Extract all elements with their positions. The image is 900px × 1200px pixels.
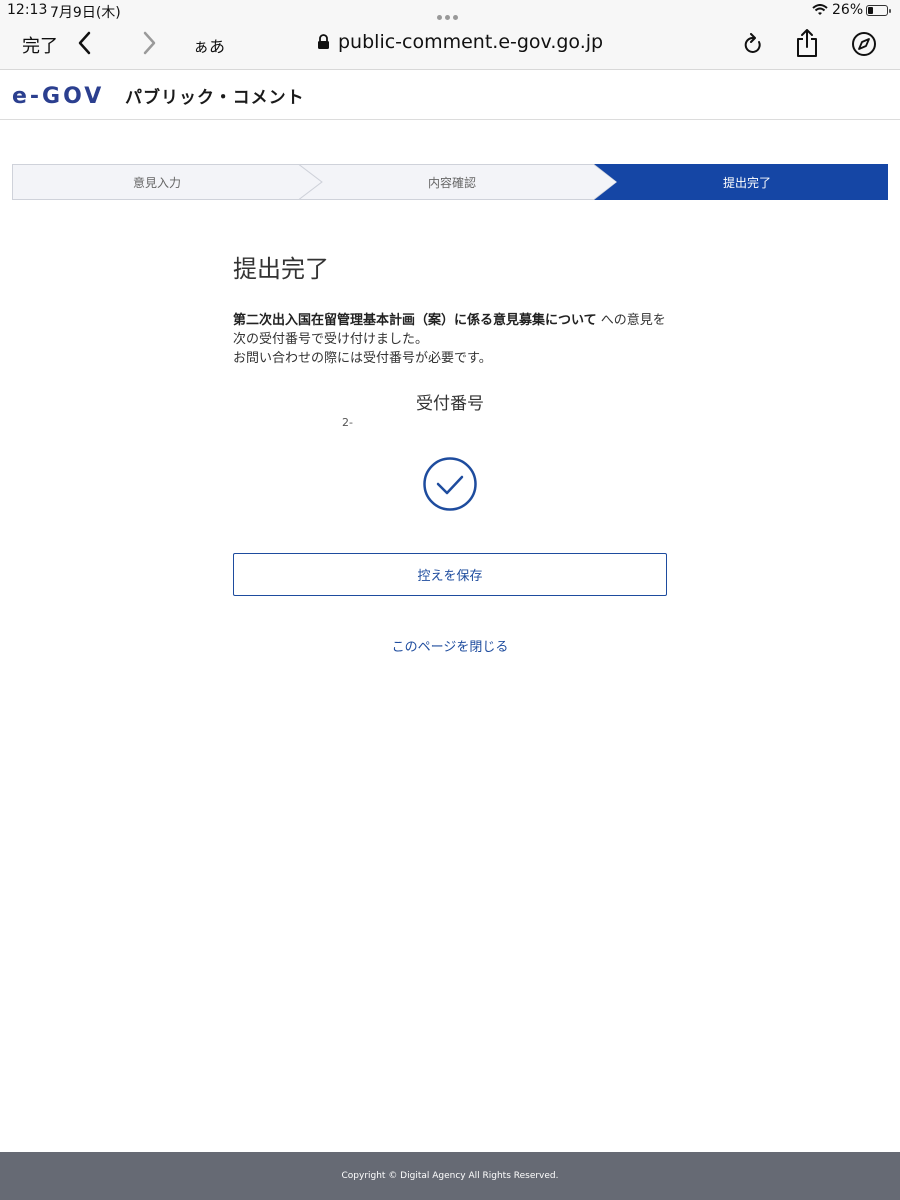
e-gov-logo[interactable]: e-GOV <box>12 83 120 107</box>
submission-message: 第二次出入国在留管理基本計画（案）に係る意見募集について への意見を次の受付番号… <box>233 311 673 368</box>
forward-icon[interactable] <box>140 30 158 56</box>
compass-icon[interactable] <box>851 31 877 57</box>
battery-icon <box>866 5 891 16</box>
step-1-label: 意見入力 <box>132 176 181 190</box>
copyright-text: Copyright © Digital Agency All Rights Re… <box>341 1171 559 1181</box>
close-page-link[interactable]: このページを閉じる <box>233 636 667 655</box>
status-date: 7月9日(木) <box>50 5 121 21</box>
status-time: 12:13 <box>7 2 48 18</box>
logo-text: e-GOV <box>12 84 104 107</box>
progress-stepper: 意見入力 内容確認 提出完了 <box>12 164 888 200</box>
footer: Copyright © Digital Agency All Rights Re… <box>0 1152 900 1200</box>
save-copy-button[interactable]: 控えを保存 <box>233 553 667 596</box>
step-2-label: 内容確認 <box>427 176 476 190</box>
site-title[interactable]: パブリック・コメント <box>125 83 305 108</box>
multitasking-dots-icon[interactable] <box>437 8 463 20</box>
message-note: お問い合わせの際には受付番号が必要です。 <box>233 351 492 366</box>
browser-toolbar: 完了 ぁあ public-comment.e-gov.go.jp <box>0 22 900 70</box>
lock-icon <box>318 34 329 49</box>
share-icon[interactable] <box>795 28 819 58</box>
status-bar: 12:13 7月9日(木) 26% <box>0 0 900 22</box>
consultation-title: 第二次出入国在留管理基本計画（案）に係る意見募集について <box>233 313 597 328</box>
reload-icon[interactable] <box>742 33 764 57</box>
back-icon[interactable] <box>76 30 94 56</box>
address-bar[interactable]: public-comment.e-gov.go.jp <box>338 31 603 53</box>
battery-percentage: 26% <box>832 2 864 18</box>
receipt-number-value: 2- <box>342 416 353 429</box>
page-title: 提出完了 <box>233 255 329 283</box>
step-3-label: 提出完了 <box>722 176 771 190</box>
wifi-icon <box>812 4 828 15</box>
done-button[interactable]: 完了 <box>22 32 58 58</box>
site-header: e-GOV パブリック・コメント <box>0 70 900 120</box>
receipt-number-label: 受付番号 <box>416 394 484 414</box>
text-size-button[interactable]: ぁあ <box>193 33 225 57</box>
check-circle-icon <box>423 457 477 511</box>
